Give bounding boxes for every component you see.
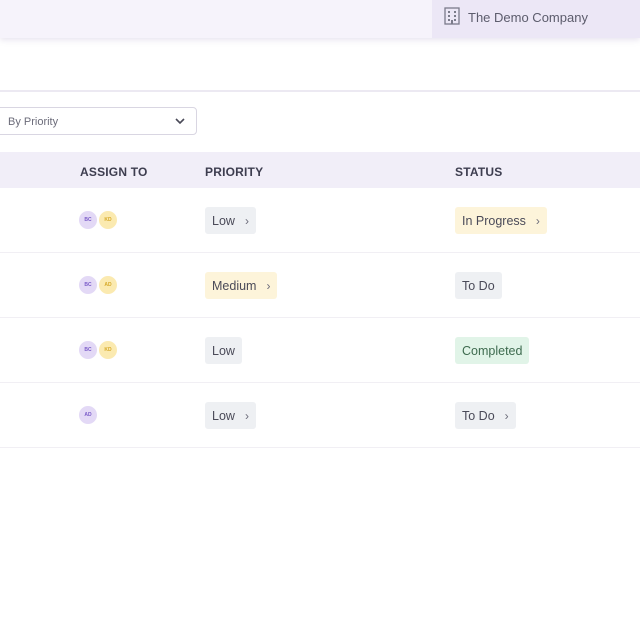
column-header-assign-to[interactable]: ASSIGN TO xyxy=(80,165,148,179)
avatar[interactable]: BC xyxy=(78,275,98,295)
chevron-right-icon: › xyxy=(504,408,509,423)
status-badge[interactable]: Completed xyxy=(455,337,530,364)
chevron-right-icon: › xyxy=(266,278,271,293)
avatar[interactable]: AD xyxy=(78,405,98,425)
status-label: Completed xyxy=(462,343,523,358)
status-label: In Progress xyxy=(462,213,526,228)
table-header: ASSIGN TO PRIORITY STATUS xyxy=(0,152,640,188)
priority-label: Low xyxy=(212,408,235,423)
table-row[interactable]: BC KD Low Completed xyxy=(0,318,640,383)
avatar[interactable]: KD xyxy=(98,340,118,360)
building-icon xyxy=(444,7,460,25)
column-header-priority[interactable]: PRIORITY xyxy=(205,165,263,179)
priority-label: Low xyxy=(212,343,235,358)
priority-badge[interactable]: Medium › xyxy=(205,272,278,299)
avatar[interactable]: AD xyxy=(98,275,118,295)
company-name: The Demo Company xyxy=(468,10,588,25)
avatar[interactable]: BC xyxy=(78,340,98,360)
priority-label: Low xyxy=(212,213,235,228)
status-badge[interactable]: To Do xyxy=(455,272,502,299)
chevron-down-icon xyxy=(175,118,185,125)
avatar[interactable]: BC xyxy=(78,210,98,230)
priority-badge[interactable]: Low › xyxy=(205,402,256,429)
status-badge[interactable]: To Do › xyxy=(455,402,516,429)
chevron-right-icon: › xyxy=(244,408,249,423)
status-badge[interactable]: In Progress › xyxy=(455,207,547,234)
table-row[interactable]: BC AD Medium › To Do xyxy=(0,253,640,318)
priority-badge[interactable]: Low › xyxy=(205,207,256,234)
priority-label: Medium xyxy=(212,278,257,293)
status-label: To Do xyxy=(462,408,495,423)
page: The Demo Company By Priority ASSIGN TO P… xyxy=(0,0,640,640)
company-switcher[interactable]: The Demo Company xyxy=(432,0,640,38)
chevron-right-icon: › xyxy=(244,213,249,228)
chevron-right-icon: › xyxy=(535,213,540,228)
table-row[interactable]: AD Low › To Do › xyxy=(0,383,640,448)
avatar[interactable]: KD xyxy=(98,210,118,230)
status-label: To Do xyxy=(462,278,495,293)
group-by-select-value: By Priority xyxy=(8,116,59,128)
group-by-select[interactable]: By Priority xyxy=(0,107,197,135)
column-header-status[interactable]: STATUS xyxy=(455,165,502,179)
table-row[interactable]: BC KD Low › In Progress › xyxy=(0,188,640,253)
top-bar: The Demo Company xyxy=(0,0,640,38)
section-divider xyxy=(0,90,640,92)
priority-badge[interactable]: Low xyxy=(205,337,242,364)
